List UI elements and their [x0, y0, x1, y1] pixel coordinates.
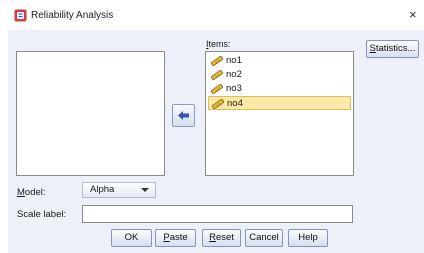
reset-label: eset — [215, 232, 234, 243]
statistics-label: tatistics... — [375, 43, 416, 54]
scale-label-input[interactable] — [82, 205, 353, 223]
move-left-arrow-icon — [178, 111, 189, 120]
move-variable-button[interactable] — [172, 104, 195, 127]
source-variable-list[interactable] — [16, 51, 165, 176]
scale-ruler-icon — [212, 99, 224, 109]
scale-label-label: Scale label: — [17, 209, 67, 220]
paste-label: aste — [169, 232, 188, 243]
list-item-selected[interactable]: no4 — [208, 96, 351, 110]
reliability-analysis-icon — [14, 9, 27, 22]
list-item[interactable]: no2 — [208, 68, 351, 82]
dialog-body: Items: no1 no2 no3 no4 Statistics... Mod… — [8, 30, 424, 253]
reset-button[interactable]: Reset — [202, 229, 241, 247]
ok-button[interactable]: OK — [111, 229, 152, 247]
statistics-button[interactable]: Statistics... — [366, 40, 419, 58]
scale-ruler-icon — [211, 70, 223, 80]
paste-button[interactable]: Paste — [155, 229, 196, 247]
list-item-label: no1 — [226, 55, 242, 66]
model-label-text: odel: — [24, 187, 46, 198]
reset-mnemonic: R — [209, 232, 216, 243]
items-label: Items: — [206, 39, 231, 49]
list-item-label: no2 — [226, 69, 242, 80]
list-item[interactable]: no3 — [208, 82, 351, 96]
scale-ruler-icon — [211, 84, 223, 94]
model-label: Model: — [17, 187, 46, 198]
items-label-text: tems: — [208, 39, 231, 49]
cancel-button[interactable]: Cancel — [245, 229, 283, 247]
window-title: Reliability Analysis — [31, 10, 114, 21]
model-dropdown-value: Alpha — [90, 184, 115, 195]
help-button[interactable]: Help — [288, 229, 328, 247]
list-item[interactable]: no1 — [208, 54, 351, 68]
reliability-analysis-dialog: Reliability Analysis × Items: no1 no2 no… — [0, 0, 424, 253]
title-bar: Reliability Analysis × — [0, 0, 424, 30]
model-dropdown[interactable]: Alpha — [82, 182, 156, 198]
close-icon[interactable]: × — [409, 8, 417, 21]
items-list[interactable]: no1 no2 no3 no4 — [205, 51, 354, 176]
list-item-label: no3 — [226, 83, 242, 94]
list-item-label: no4 — [227, 98, 243, 109]
model-label-mnemonic: M — [17, 187, 25, 198]
chevron-down-icon — [141, 188, 149, 192]
scale-ruler-icon — [211, 56, 223, 66]
